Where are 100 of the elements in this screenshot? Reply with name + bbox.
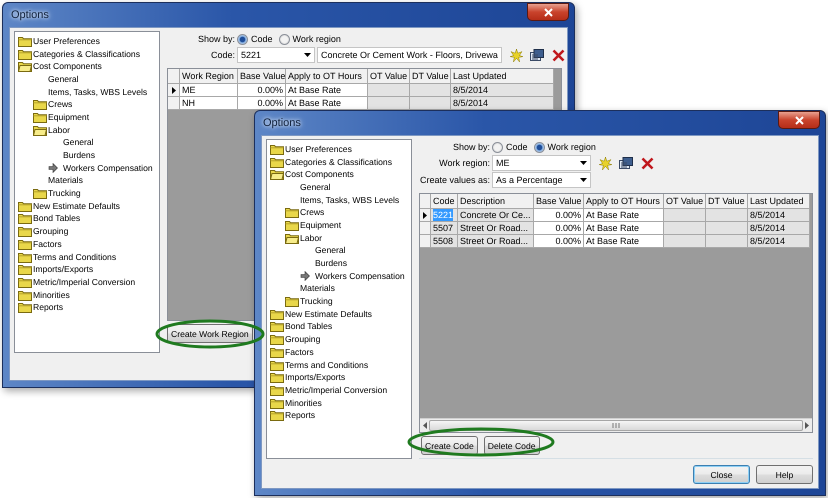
close-button[interactable]: [527, 3, 569, 21]
tree-item[interactable]: User Preferences: [33, 36, 100, 47]
column-header[interactable]: Work Region: [180, 69, 238, 84]
tree-item[interactable]: Metric/Imperial Conversion: [33, 276, 136, 288]
folder-icon: [270, 346, 284, 358]
current-row-icon: [172, 86, 176, 94]
row-header[interactable]: [420, 209, 431, 222]
tree-item[interactable]: Labor: [48, 124, 70, 136]
tree-item[interactable]: Imports/Exports: [33, 264, 94, 276]
column-header[interactable]: OT Value: [664, 194, 706, 209]
tree-item[interactable]: User Preferences: [285, 144, 352, 155]
tree-item[interactable]: Reports: [285, 410, 316, 422]
radio-label[interactable]: Work region: [292, 34, 341, 44]
folder-icon: [18, 264, 32, 276]
delete-button[interactable]: [639, 155, 655, 171]
radio-button[interactable]: [534, 142, 545, 152]
column-header[interactable]: Code: [431, 194, 458, 209]
tree-item[interactable]: Cost Components: [33, 61, 102, 72]
tree-item[interactable]: Bond Tables: [285, 321, 332, 332]
tree-item[interactable]: General: [315, 245, 346, 256]
tree-item[interactable]: Crews: [48, 99, 72, 110]
column-header[interactable]: Last Updated: [748, 194, 810, 209]
tree-item[interactable]: Cost Components: [285, 169, 354, 180]
tree-item[interactable]: Crews: [300, 207, 324, 218]
action-button[interactable]: Create Work Region: [167, 324, 253, 343]
column-header[interactable]: DT Value: [706, 194, 748, 209]
open-folder-icon: [33, 124, 47, 136]
tree-item[interactable]: Metric/Imperial Conversion: [285, 384, 388, 396]
table-cell: 0.00%: [238, 84, 286, 97]
tree-item[interactable]: Imports/Exports: [285, 372, 346, 384]
tree-item[interactable]: General: [48, 74, 79, 85]
radio-button[interactable]: [278, 34, 290, 44]
table-cell: 5508: [431, 235, 458, 248]
tree-item[interactable]: Equipment: [300, 220, 342, 231]
open-folder-icon: [285, 232, 299, 244]
scroll-left-icon[interactable]: [423, 422, 427, 429]
tree-item[interactable]: New Estimate Defaults: [285, 308, 372, 320]
tree-item[interactable]: Reports: [33, 302, 64, 314]
tree-item[interactable]: Terms and Conditions: [33, 252, 116, 263]
column-header[interactable]: Base Value: [238, 69, 286, 84]
tree-item[interactable]: Grouping: [33, 226, 68, 238]
radio-button[interactable]: [237, 34, 248, 44]
tree-item[interactable]: Bond Tables: [33, 213, 80, 224]
tree-item[interactable]: Workers Compensation: [63, 162, 153, 174]
tree-item[interactable]: Burdens: [315, 258, 348, 270]
column-header[interactable]: Base Value: [534, 194, 584, 209]
horizontal-scrollbar[interactable]: [420, 418, 812, 432]
dropdown[interactable]: Concrete Or Cement Work - Floors, Drivewa: [317, 47, 502, 63]
tree-item[interactable]: Labor: [300, 232, 322, 244]
tree-item[interactable]: New Estimate Defaults: [33, 200, 120, 212]
delete-button[interactable]: [550, 47, 566, 63]
edit-button[interactable]: [618, 155, 634, 171]
dropdown[interactable]: 5221: [237, 47, 315, 63]
tree-item[interactable]: Equipment: [48, 112, 90, 123]
tree-item[interactable]: General: [63, 137, 94, 148]
tree-item[interactable]: Items, Tasks, WBS Levels: [48, 86, 148, 98]
column-header[interactable]: Description: [458, 194, 534, 209]
row-header[interactable]: [168, 84, 180, 97]
tree-item[interactable]: Factors: [33, 238, 62, 250]
new-button[interactable]: [597, 155, 613, 171]
tree-item[interactable]: Workers Compensation: [315, 270, 405, 282]
column-header[interactable]: Last Updated: [451, 69, 554, 84]
tree-item[interactable]: Materials: [300, 283, 335, 294]
dropdown[interactable]: As a Percentage: [492, 172, 591, 188]
tree-item[interactable]: Trucking: [300, 296, 333, 308]
folder-icon: [270, 372, 284, 384]
folder-icon: [285, 220, 299, 231]
column-header[interactable]: Apply to OT Hours: [584, 194, 664, 209]
dropdown[interactable]: ME: [492, 155, 591, 171]
tree-item[interactable]: Items, Tasks, WBS Levels: [300, 194, 400, 206]
tree-item[interactable]: Trucking: [48, 188, 81, 200]
tree-item[interactable]: Grouping: [285, 334, 320, 346]
delete-icon: [640, 156, 654, 170]
dialog-button[interactable]: Close: [693, 465, 750, 484]
arrow-icon: [48, 163, 58, 174]
tree-item[interactable]: Terms and Conditions: [285, 360, 368, 371]
close-button[interactable]: [778, 111, 820, 129]
scroll-right-icon[interactable]: [805, 422, 809, 429]
tree-item[interactable]: Categories & Classifications: [33, 48, 140, 60]
radio-label[interactable]: Work region: [548, 142, 596, 152]
tree-item[interactable]: Burdens: [63, 150, 96, 162]
grip-icon: [612, 423, 620, 428]
folder-icon: [270, 360, 284, 371]
radio-label[interactable]: Code: [251, 34, 273, 44]
tree-item[interactable]: Minorities: [285, 398, 322, 409]
tree-item[interactable]: General: [300, 182, 331, 193]
radio-label[interactable]: Code: [506, 142, 528, 152]
radio-button[interactable]: [492, 142, 503, 152]
caret-icon: [304, 53, 311, 57]
column-header[interactable]: DT Value: [410, 69, 451, 84]
dialog-button[interactable]: Help: [756, 465, 813, 484]
tree-item[interactable]: Minorities: [33, 290, 70, 301]
tree-item[interactable]: Categories & Classifications: [285, 156, 392, 168]
tree-item[interactable]: Factors: [285, 346, 314, 358]
tree-item[interactable]: Materials: [48, 175, 83, 186]
column-header[interactable]: Apply to OT Hours: [286, 69, 368, 84]
edit-button[interactable]: [529, 47, 545, 63]
new-button[interactable]: [508, 47, 524, 63]
column-header[interactable]: OT Value: [368, 69, 410, 84]
table-cell: 5221: [431, 209, 458, 222]
